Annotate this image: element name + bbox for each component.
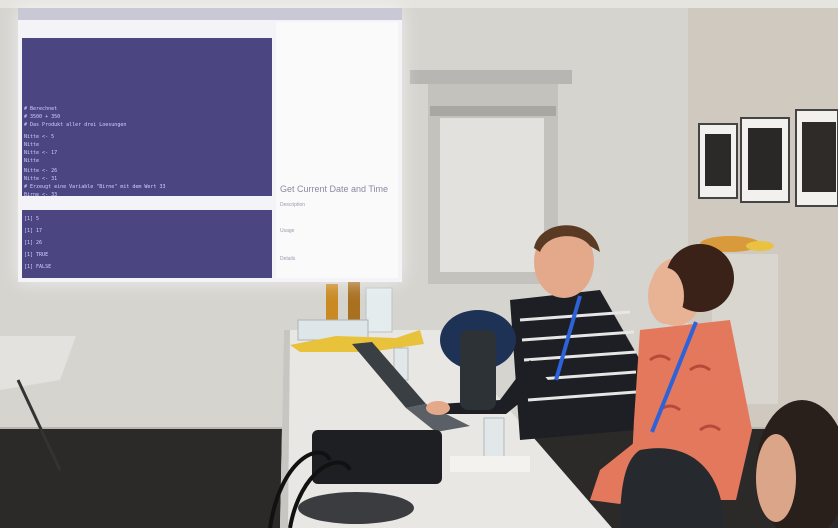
help-section: Usage — [280, 228, 295, 234]
conference-phone — [312, 430, 442, 484]
code-line: # Erzeugt eine Variable "Birne" mit dem … — [24, 184, 166, 190]
juice-bottle-1 — [326, 284, 338, 320]
photo-2 — [748, 128, 782, 190]
console-line: [1] FALSE — [24, 264, 52, 270]
foreground-person-face — [756, 434, 796, 522]
flipchart-clip — [430, 106, 556, 116]
console-line: [1] 26 — [24, 240, 43, 246]
code-line: Nitte <- 5 — [24, 134, 55, 140]
code-line: Nitte <- 26 — [24, 168, 58, 174]
projection-screen: # Berechnet # 3500 + 350 # Das Produkt a… — [18, 8, 402, 282]
code-line: # Das Produkt aller drei Loesungen — [24, 122, 127, 128]
console-pane — [22, 210, 272, 278]
console-line: [1] 5 — [24, 216, 40, 222]
help-section: Description — [280, 202, 306, 208]
code-line: Birne <- 33 — [24, 192, 58, 198]
code-line: # Berechnet — [24, 106, 58, 112]
bananas — [746, 241, 774, 251]
console-line: [1] TRUE — [24, 252, 49, 258]
chair-back — [460, 330, 496, 410]
right-pane — [276, 22, 398, 278]
juice-bottle-2 — [348, 282, 360, 320]
ceiling-strip — [0, 0, 838, 8]
console-line: [1] 17 — [24, 228, 43, 234]
ide-menu-bar — [18, 8, 402, 20]
paper-sheet — [450, 456, 530, 472]
code-line: # 3500 + 350 — [24, 114, 61, 120]
help-title: Get Current Date and Time — [280, 184, 389, 194]
speaker-puck — [298, 492, 414, 524]
flipchart-paper — [440, 118, 544, 272]
help-section: Details — [280, 256, 296, 262]
photo-1 — [705, 134, 731, 186]
man-hand — [426, 401, 450, 415]
water-jug — [365, 287, 393, 333]
code-line: Nitte <- 17 — [24, 150, 58, 156]
woman-face — [648, 268, 684, 324]
photo-3 — [802, 122, 836, 192]
code-line: Nitte — [24, 158, 40, 164]
code-line: Nitte <- 31 — [24, 176, 58, 182]
code-line: Nitte — [24, 142, 40, 148]
flipchart-frame — [410, 70, 572, 84]
